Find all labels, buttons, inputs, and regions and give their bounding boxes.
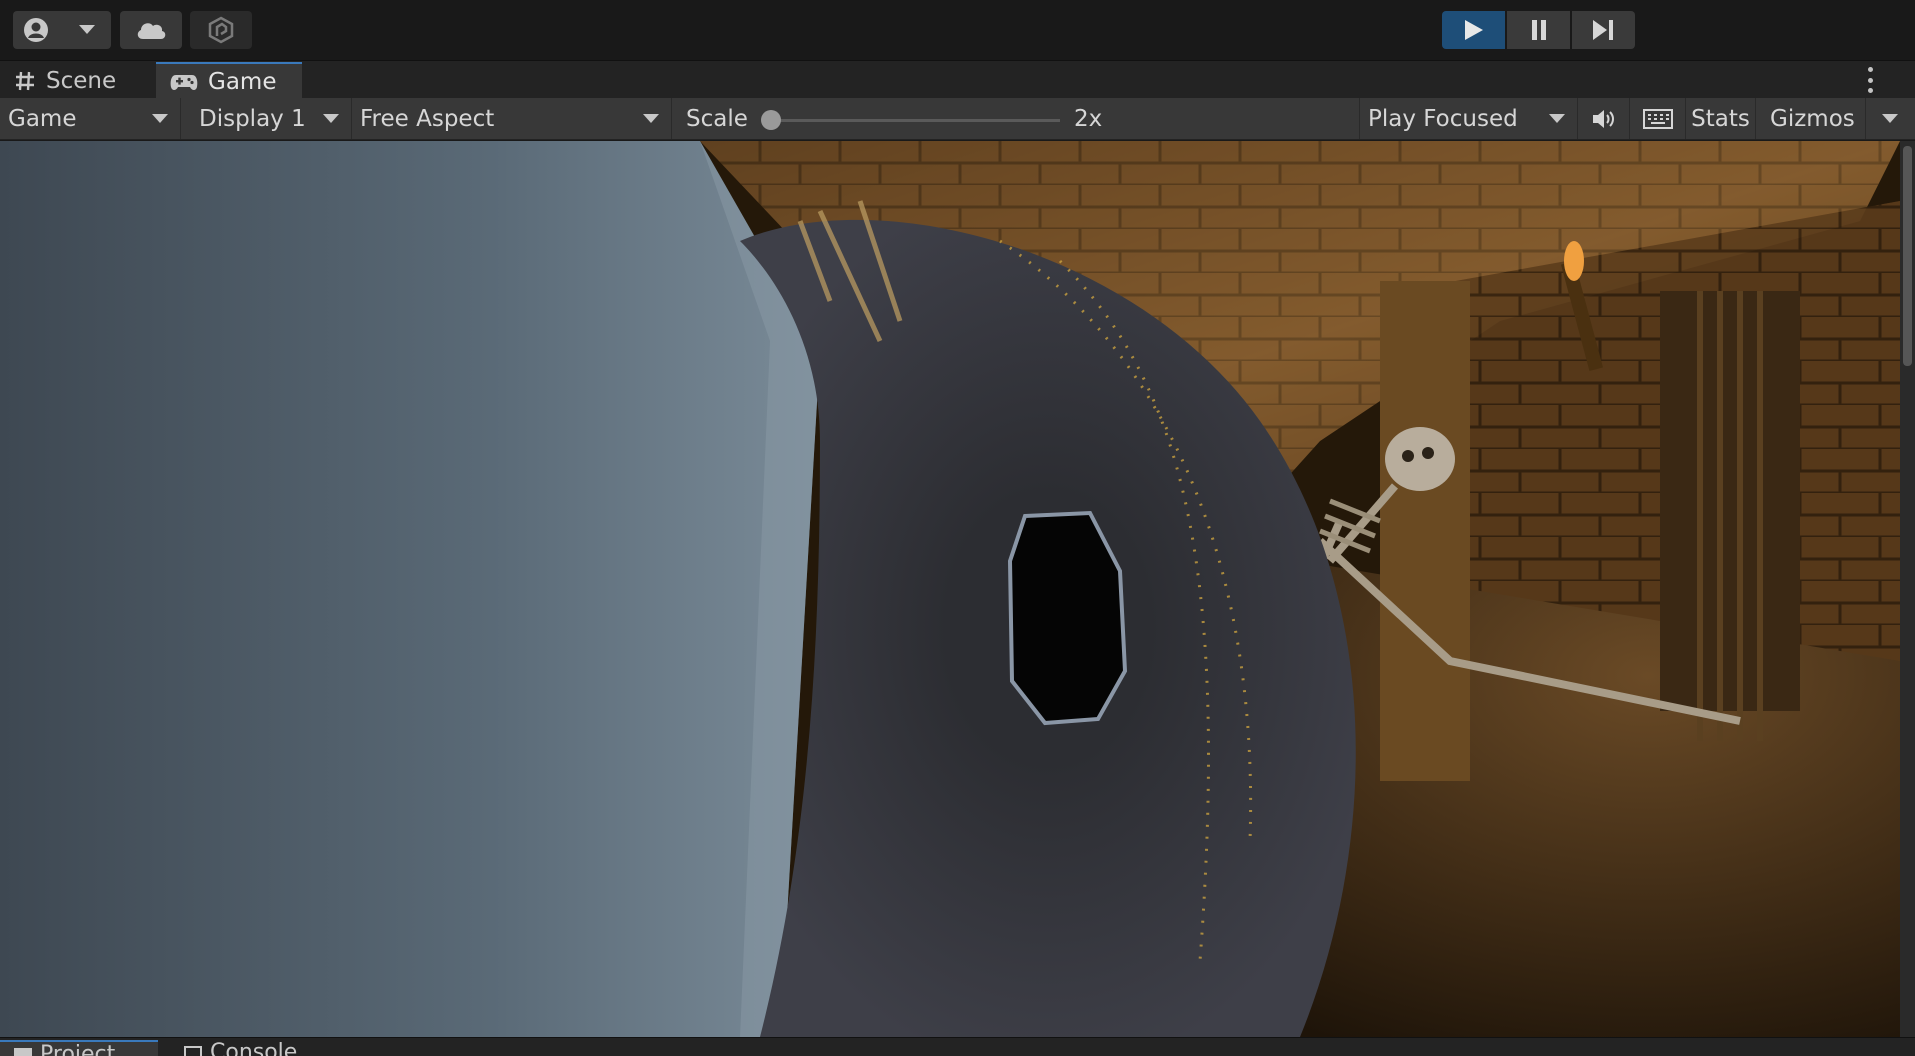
main-toolbar	[0, 0, 1915, 60]
keyboard-icon	[1642, 108, 1673, 129]
pause-button[interactable]	[1507, 11, 1570, 49]
play-button[interactable]	[1442, 11, 1505, 49]
tab-game[interactable]: Game	[156, 62, 302, 99]
console-icon	[184, 1046, 202, 1056]
chevron-down-icon	[79, 25, 95, 34]
game-render-image	[0, 141, 1900, 1037]
grid-icon	[16, 71, 34, 90]
display-dropdown[interactable]: Display 1	[181, 98, 352, 139]
tab-more-icon[interactable]	[1863, 67, 1877, 93]
game-viewport[interactable]	[0, 141, 1900, 1037]
cloud-button[interactable]	[120, 11, 182, 49]
viewport-scroll-thumb[interactable]	[1903, 146, 1912, 366]
play-icon	[1464, 20, 1483, 40]
tab-game-label: Game	[208, 68, 277, 95]
tab-console-label: Console	[210, 1040, 298, 1056]
collab-icon	[208, 16, 234, 44]
stats-label: Stats	[1691, 105, 1750, 132]
gizmos-button[interactable]: Gizmos	[1756, 98, 1866, 139]
tab-scene-label: Scene	[46, 67, 117, 94]
scale-slider-thumb[interactable]	[761, 110, 781, 130]
step-button[interactable]	[1572, 11, 1635, 49]
play-controls	[1442, 11, 1635, 49]
editor-tab-strip: Scene Game	[0, 60, 1915, 99]
step-icon	[1592, 20, 1613, 40]
chevron-down-icon	[323, 114, 339, 123]
tab-console[interactable]: Console	[170, 1040, 320, 1056]
scale-slider-track[interactable]	[770, 119, 1060, 122]
mute-audio-button[interactable]	[1578, 98, 1630, 139]
play-mode-dropdown[interactable]: Play Focused	[1360, 98, 1578, 139]
chevron-down-icon	[1882, 114, 1898, 123]
speaker-icon	[1592, 109, 1614, 128]
folder-icon	[14, 1048, 32, 1056]
tab-project[interactable]: Project	[0, 1040, 158, 1056]
cloud-icon	[137, 23, 166, 39]
tab-scene[interactable]: Scene	[0, 62, 152, 99]
gizmos-dropdown[interactable]	[1866, 98, 1915, 139]
play-mode-label: Play Focused	[1368, 105, 1518, 132]
collab-button[interactable]	[190, 11, 252, 49]
chevron-down-icon	[152, 114, 168, 123]
scale-value: 2x	[1074, 105, 1103, 132]
aspect-label: Free Aspect	[360, 105, 495, 132]
aspect-dropdown[interactable]: Free Aspect	[352, 98, 672, 139]
display-label: Display 1	[199, 105, 306, 132]
view-mode-dropdown[interactable]: Game	[0, 98, 181, 139]
chevron-down-icon	[643, 114, 659, 123]
stats-button[interactable]: Stats	[1686, 98, 1756, 139]
chevron-down-icon	[1549, 114, 1565, 123]
bottom-panel-tabs: Project Console	[0, 1037, 1915, 1056]
tab-project-label: Project	[40, 1042, 116, 1056]
account-icon	[24, 18, 48, 42]
pause-icon	[1531, 20, 1546, 40]
gizmos-label: Gizmos	[1770, 105, 1855, 132]
keyboard-shortcuts-button[interactable]	[1630, 98, 1686, 139]
account-dropdown[interactable]	[13, 11, 111, 49]
scale-label: Scale	[686, 105, 748, 132]
view-mode-label: Game	[8, 105, 77, 132]
gamepad-icon	[170, 74, 198, 90]
